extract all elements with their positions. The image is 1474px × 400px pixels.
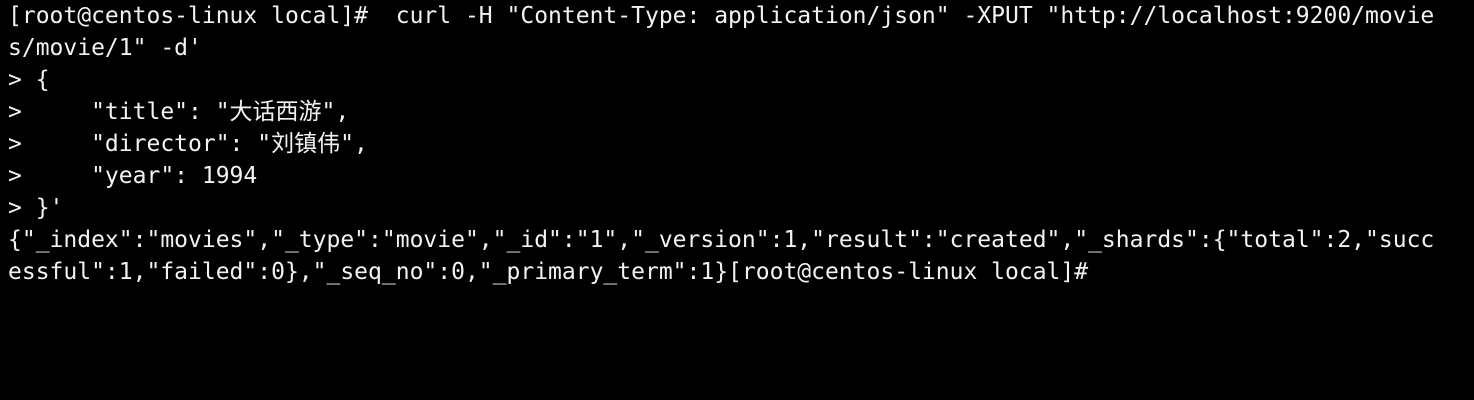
terminal-line-json-year: > "year": 1994 xyxy=(8,163,258,189)
terminal-line-json-director: > "director": "刘镇伟", xyxy=(8,131,368,157)
terminal-line-json-open: > { xyxy=(8,67,50,93)
terminal-line-response-cont: essful":1,"failed":0},"_seq_no":0,"_prim… xyxy=(8,259,1089,285)
terminal-line-command: [root@centos-linux local]# curl -H "Cont… xyxy=(8,3,1435,29)
terminal-window[interactable]: [root@centos-linux local]# curl -H "Cont… xyxy=(0,0,1474,400)
terminal-line-response: {"_index":"movies","_type":"movie","_id"… xyxy=(8,227,1435,253)
terminal-line-json-close: > }' xyxy=(8,195,64,221)
terminal-line-command-cont: s/movie/1" -d' xyxy=(8,35,202,61)
terminal-line-json-title: > "title": "大话西游", xyxy=(8,99,350,125)
